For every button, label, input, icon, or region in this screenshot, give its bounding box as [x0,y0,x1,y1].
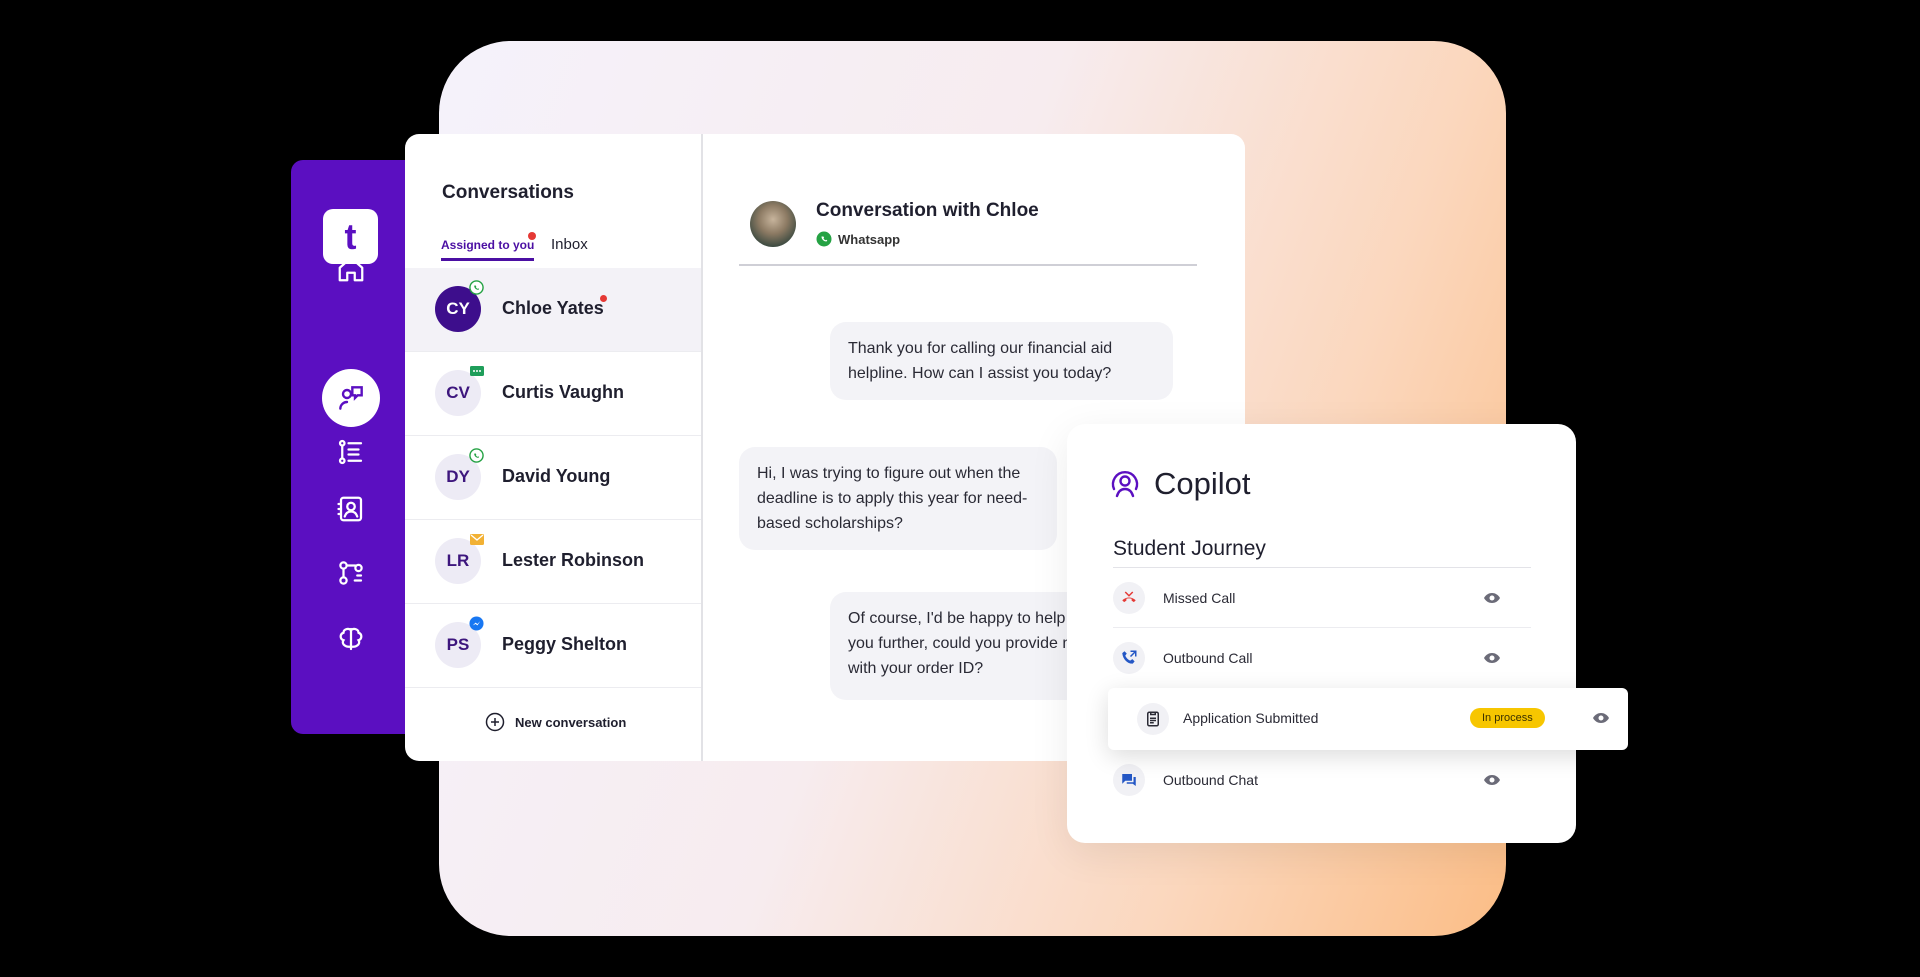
eye-icon[interactable] [1483,651,1501,669]
whatsapp-icon [469,448,484,463]
tab-notification-dot [528,232,536,240]
chat-title: Conversation with Chloe [816,200,1039,221]
unread-indicator [600,295,607,302]
chat-channel-label: Whatsapp [838,231,901,247]
new-conversation-label: New conversation [515,714,627,730]
chat-channel: Whatsapp [816,231,900,247]
journey-step-outbound-chat[interactable]: Outbound Chat [1113,750,1531,810]
tab-assigned-to-you[interactable]: Assigned to you [441,238,535,261]
conversations-title: Conversations [442,182,574,203]
contact-photo [750,201,796,247]
journey-step-application-submitted[interactable]: Application Submitted In process [1108,688,1628,750]
messenger-icon [469,616,484,631]
new-conversation-button[interactable]: New conversation [485,712,626,732]
contact-chloe-yates[interactable]: CY Chloe Yates [405,268,701,352]
step-label: Missed Call [1163,590,1236,606]
sidebar: t [291,160,409,734]
journey-step-outbound-call[interactable]: Outbound Call [1113,628,1531,688]
brain-icon[interactable] [322,610,380,668]
copilot-panel: Copilot Student Journey Missed Call Outb… [1067,424,1576,843]
missed-call-icon [1113,582,1145,614]
conversations-icon[interactable] [322,369,380,427]
email-icon [469,532,484,547]
contact-name: Lester Robinson [502,550,645,570]
contact-david-young[interactable]: DY David Young [405,436,701,520]
contact-name: Peggy Shelton [502,634,628,654]
document-icon [1137,703,1169,735]
contact-name: Curtis Vaughn [502,382,625,402]
copilot-title: Copilot [1154,466,1251,501]
contact-lester-robinson[interactable]: LR Lester Robinson [405,520,701,604]
journey-step-missed-call[interactable]: Missed Call [1113,568,1531,628]
eye-icon[interactable] [1483,773,1501,791]
step-label: Outbound Chat [1163,772,1258,788]
chat-header-divider [739,264,1197,266]
copilot-header: Copilot [1108,466,1251,502]
eye-icon[interactable] [1592,711,1610,729]
contacts-icon[interactable] [322,480,380,538]
status-badge: In process [1470,708,1545,728]
home-icon[interactable] [322,240,380,298]
list-icon[interactable] [322,423,380,481]
contact-name: David Young [502,466,611,486]
tab-inbox[interactable]: Inbox [551,236,588,253]
plus-circle-icon [485,712,505,732]
contact-peggy-shelton[interactable]: PS Peggy Shelton [405,604,701,688]
step-label: Application Submitted [1183,710,1319,726]
whatsapp-icon [469,280,484,295]
copilot-icon [1111,471,1139,498]
whatsapp-icon [816,231,832,247]
student-journey-title: Student Journey [1113,537,1266,560]
message-user: Hi, I was trying to figure out when the … [739,447,1057,550]
step-label: Outbound Call [1163,650,1253,666]
contact-curtis-vaughn[interactable]: CV Curtis Vaughn [405,352,701,436]
chat-icon [1113,764,1145,796]
conversations-panel: Conversations Assigned to you Inbox CY C… [405,134,703,761]
sms-icon [469,364,484,379]
workflow-icon[interactable] [322,544,380,602]
message-agent: Thank you for calling our financial aid … [830,322,1173,400]
outbound-call-icon [1113,642,1145,674]
eye-icon[interactable] [1483,591,1501,609]
contact-name: Chloe Yates [502,298,604,318]
